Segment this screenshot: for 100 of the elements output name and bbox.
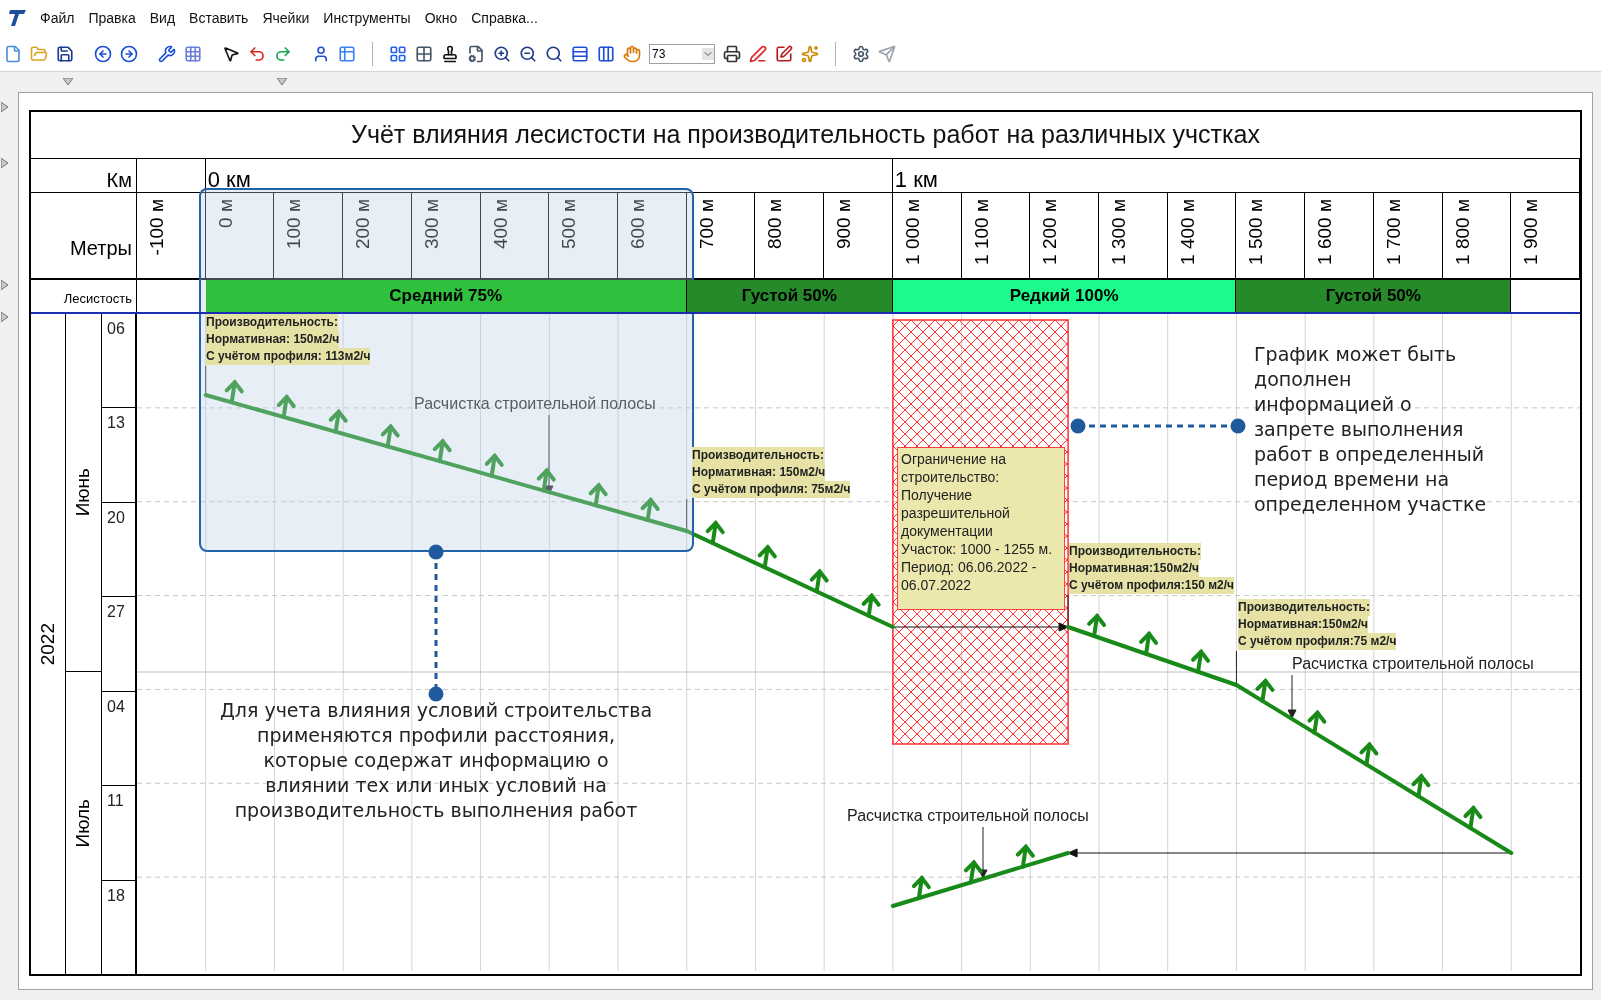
leader-line — [205, 365, 207, 396]
forest-segment: Редкий 100% — [892, 280, 1237, 312]
day-label: 20 — [107, 508, 125, 526]
work-label: Расчистка строительной полосы — [414, 394, 656, 414]
pointer-icon[interactable] — [222, 44, 240, 63]
ruler-marker-icon[interactable] — [1, 158, 8, 168]
meter-mark: 1 000 м — [900, 199, 924, 265]
restriction-note: Ограничение на строительство: Получение разрешительной документации Участок: 1000 - 1255 м. Период: 06.06.2022 - 06.07.2022 — [897, 447, 1065, 610]
leader-line — [686, 498, 688, 532]
meter-mark: 1 600 м — [1313, 199, 1337, 265]
forest-label: Лесистость — [31, 280, 137, 312]
meter-mark: 1 500 м — [1244, 199, 1268, 265]
meter-mark: 100 м — [282, 199, 306, 250]
zoom-in-icon[interactable] — [493, 44, 511, 63]
day-label: 11 — [107, 792, 124, 810]
work-label: Расчистка строительной полосы — [847, 806, 1089, 826]
ruler-marker-icon[interactable] — [277, 78, 287, 85]
stamp-icon[interactable] — [441, 44, 459, 63]
month-label: Июнь — [71, 468, 95, 517]
forward-icon[interactable] — [120, 44, 138, 63]
menu-item[interactable]: Окно — [424, 7, 458, 29]
month-label: Июль — [71, 798, 95, 848]
meter-mark: 400 м — [488, 199, 512, 250]
back-icon[interactable] — [94, 44, 112, 63]
meter-mark: 1 900 м — [1519, 199, 1543, 265]
productivity-note: Производительность: Нормативная: 150м2/ч С учётом профиля: 113м2/ч — [206, 314, 371, 365]
forest-segment: Густой 50% — [1236, 280, 1512, 312]
meter-mark: 0 м — [213, 199, 237, 228]
productivity-note: Производительность: Нормативная:150м2/ч С учётом профиля:75 м2/ч — [1238, 599, 1397, 650]
meter-mark: 800 м — [763, 199, 787, 250]
forest-segment: Густой 50% — [686, 280, 893, 312]
zoom-combo[interactable]: 73 — [649, 43, 715, 64]
meter-mark: 500 м — [557, 199, 581, 250]
redo-icon[interactable] — [274, 44, 292, 63]
meter-mark: 1 700 м — [1381, 199, 1405, 265]
day-label: 06 — [107, 320, 125, 337]
pen-icon[interactable] — [749, 44, 767, 63]
day-label: 13 — [107, 414, 125, 432]
menu-item[interactable]: Правка — [88, 7, 136, 29]
productivity-note: Производительность: Нормативная: 150м2/ч С учётом профиля: 75м2/ч — [692, 447, 851, 498]
user-icon[interactable] — [312, 44, 330, 63]
callout-text: Для учета влияния условий строительства применяются профили расстояния, которые содержат информацию о влиянии тех или иных условий на производительность выполнения работ — [218, 698, 654, 823]
columns-icon[interactable] — [597, 44, 615, 63]
rows-icon[interactable] — [571, 44, 589, 63]
work-label: Расчистка строительной полосы — [1292, 654, 1534, 674]
km-mark: 1 км — [892, 159, 1580, 196]
day-label: 18 — [107, 886, 125, 904]
meter-mark: -100 м — [145, 199, 168, 256]
ruler-marker-icon[interactable] — [1, 312, 8, 322]
pointer-arrow — [978, 826, 988, 879]
productivity-note: Производительность: Нормативная:150м2/ч С учётом профиля:150 м2/ч — [1069, 543, 1235, 594]
grid-icon[interactable] — [415, 44, 433, 63]
edit-icon[interactable] — [775, 44, 793, 63]
menu-item[interactable]: Инструменты — [323, 7, 411, 29]
new-file-icon[interactable] — [4, 44, 22, 63]
settings-icon[interactable] — [852, 44, 870, 63]
menu-item[interactable]: Ячейки — [262, 7, 310, 29]
meter-mark: 1 400 м — [1175, 199, 1199, 265]
meter-mark: 1 800 м — [1450, 199, 1474, 265]
callout-text: График может быть дополнен информацией о запрете выполнения работ в определенный период времени на определенном участке — [1254, 342, 1488, 517]
table-icon[interactable] — [338, 44, 356, 63]
caret-icon — [702, 47, 714, 60]
menu-item[interactable]: Файл — [40, 7, 75, 29]
meter-mark: 700 м — [694, 199, 718, 250]
undo-icon[interactable] — [248, 44, 266, 63]
app-logo-icon — [8, 10, 26, 26]
zoom-out-icon[interactable] — [519, 44, 537, 63]
file-settings-icon[interactable] — [467, 44, 485, 63]
forest-segment: Средний 75% — [205, 280, 687, 312]
ruler-marker-icon[interactable] — [63, 78, 73, 85]
day-label: 04 — [107, 697, 125, 715]
meter-mark: 200 м — [351, 199, 375, 250]
ruler-marker-icon[interactable] — [1, 280, 8, 290]
leader-line — [1235, 650, 1237, 686]
ruler-marker-icon[interactable] — [1, 102, 8, 112]
sparkle-icon[interactable] — [801, 44, 819, 63]
day-label: 27 — [107, 603, 125, 621]
meter-mark: 1 300 м — [1107, 199, 1130, 265]
hand-icon[interactable] — [623, 44, 641, 63]
meter-mark: 1 100 м — [969, 199, 993, 265]
menu-item[interactable]: Справка... — [471, 7, 538, 29]
meter-mark: 900 м — [832, 199, 856, 250]
wrench-icon[interactable] — [158, 44, 176, 63]
save-icon[interactable] — [56, 44, 74, 63]
menu-item[interactable]: Вид — [149, 7, 176, 29]
schedule-title: Учёт влияния лесистости на производительность работ на различных учстках — [31, 112, 1580, 159]
layout-grid-icon[interactable] — [389, 44, 407, 63]
menu-item[interactable]: Вставить — [189, 7, 249, 29]
year-label: 2022 — [35, 622, 59, 666]
km-label: Км — [31, 159, 137, 196]
printer-icon[interactable] — [723, 44, 741, 63]
meter-mark: 300 м — [419, 199, 443, 250]
search-icon[interactable] — [545, 44, 563, 63]
leader-line — [1067, 594, 1069, 628]
km-mark: 0 км — [205, 159, 893, 196]
dotted-grid-icon[interactable] — [184, 44, 202, 63]
meter-mark: 600 м — [626, 199, 649, 250]
pointer-arrow — [1287, 674, 1297, 719]
meter-mark: 1 200 м — [1038, 199, 1062, 265]
meters-label: Метры — [31, 193, 137, 278]
